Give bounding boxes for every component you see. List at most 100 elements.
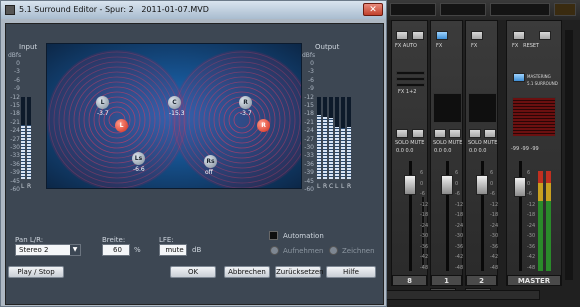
- master-reset-button[interactable]: [539, 31, 551, 40]
- mute-button[interactable]: [484, 129, 496, 138]
- level-meter-l: [341, 97, 345, 179]
- mute-button[interactable]: [449, 129, 461, 138]
- volume-fader[interactable]: [476, 175, 488, 195]
- fader-scale-tick: -12: [420, 201, 429, 208]
- scale-tick: -24: [10, 127, 20, 135]
- record-radio[interactable]: [270, 246, 279, 255]
- fader-scale-tick: 0: [527, 180, 531, 187]
- fader-scale-tick: 0: [420, 180, 424, 187]
- speaker-c[interactable]: C: [168, 96, 181, 109]
- volume-fader[interactable]: [441, 175, 453, 195]
- channel-label: R: [27, 183, 32, 190]
- strip-values: 0.0 0.0: [396, 148, 414, 154]
- send-slot[interactable]: [396, 77, 425, 81]
- surround-pan-field[interactable]: L -3.7 L C -15.3 Ls -6.6 Rs off R -3.7 R: [46, 43, 302, 189]
- solo-button[interactable]: [469, 129, 481, 138]
- speaker-r[interactable]: R: [239, 96, 252, 109]
- master-fader[interactable]: [514, 177, 526, 197]
- fader-scale-tick: -12: [455, 201, 464, 208]
- fx-button[interactable]: [471, 31, 483, 40]
- lfe-input[interactable]: mute: [159, 244, 187, 256]
- fader-scale-tick: -6: [455, 191, 460, 197]
- width-input[interactable]: 60: [102, 244, 130, 256]
- speaker-ls[interactable]: Ls: [132, 152, 145, 165]
- solo-button[interactable]: [396, 129, 408, 138]
- scale-tick: -24: [304, 127, 314, 135]
- fader-scale-tick: -36: [490, 243, 499, 250]
- reset-button[interactable]: Zurücksetzen: [275, 266, 324, 278]
- solo-mute-label: SOLO MUTE: [433, 140, 463, 146]
- scale-tick: -45: [304, 177, 314, 185]
- scale-tick: -18: [304, 110, 314, 118]
- toolbar-field[interactable]: [440, 3, 486, 16]
- fader-scale-tick: -24: [455, 222, 464, 229]
- speaker-level: -6.6: [133, 166, 145, 173]
- toolbar-field[interactable]: [490, 3, 550, 16]
- help-button[interactable]: Hilfe: [326, 266, 376, 278]
- fader-scale-tick: -24: [527, 222, 536, 229]
- speaker-l-source[interactable]: L: [115, 119, 128, 132]
- automation-label: Automation: [283, 232, 324, 240]
- speaker-level: -3.7: [97, 110, 109, 117]
- channel-label: L: [317, 183, 321, 190]
- channel-label: L: [335, 183, 339, 190]
- close-button[interactable]: ✕: [363, 3, 383, 16]
- pan-label: Pan L/R:: [15, 236, 44, 244]
- auto-button[interactable]: [412, 31, 424, 40]
- scale-tick: -36: [304, 160, 314, 168]
- fader-scale-tick: -30: [420, 233, 429, 239]
- volume-fader[interactable]: [404, 175, 416, 195]
- fader-scale-tick: -18: [420, 212, 429, 218]
- channel-label: R: [323, 183, 328, 190]
- ok-button[interactable]: OK: [170, 266, 216, 278]
- scale-tick: -36: [10, 160, 20, 168]
- meter-fill: [335, 126, 339, 179]
- toolbar-field[interactable]: [390, 3, 436, 16]
- speaker-rs[interactable]: Rs: [204, 155, 217, 168]
- speaker-r-source[interactable]: R: [257, 119, 270, 132]
- level-meter-l: [317, 97, 321, 179]
- scale-tick: -39: [10, 169, 20, 177]
- mixer-scrollbar[interactable]: [565, 30, 573, 280]
- draw-radio[interactable]: [329, 246, 338, 255]
- strip-name: 2: [466, 275, 497, 286]
- scale-tick: 0: [310, 60, 314, 67]
- fader-scale-tick: 0: [455, 180, 459, 187]
- scale-tick: -3: [14, 68, 20, 76]
- speaker-l[interactable]: L: [96, 96, 109, 109]
- toolbar-button[interactable]: [554, 3, 576, 16]
- send-slot[interactable]: [396, 83, 425, 87]
- master-fx-button[interactable]: [513, 31, 525, 40]
- fx-button[interactable]: [436, 31, 448, 40]
- title-bar[interactable]: 5.1 Surround Editor - Spur: 2 2011-01-07…: [1, 1, 386, 19]
- fader-scale-tick: -18: [490, 212, 499, 218]
- scale-tick: -60: [304, 186, 314, 193]
- scale-tick: -30: [10, 144, 20, 151]
- scale-tick: -12: [10, 93, 20, 101]
- fader-scale-tick: -42: [490, 254, 499, 260]
- scale-tick: -6: [14, 76, 20, 84]
- channel-label: C: [329, 183, 334, 190]
- send-slot[interactable]: [396, 71, 425, 75]
- fx-button[interactable]: [396, 31, 408, 40]
- pan-select[interactable]: Stereo 2 ▼: [15, 244, 81, 256]
- fader-scale-tick: -42: [455, 254, 464, 260]
- fader-scale-tick: -6: [420, 191, 425, 197]
- scale-tick: -15: [304, 102, 314, 109]
- surround-button[interactable]: [513, 73, 525, 82]
- cancel-button[interactable]: Abbrechen: [224, 266, 270, 278]
- strip-values: 0.0 0.0: [434, 148, 452, 154]
- level-meter-r: [323, 97, 327, 179]
- automation-checkbox[interactable]: [269, 231, 278, 240]
- scale-tick: -30: [304, 144, 314, 151]
- channel-label: R: [347, 183, 352, 190]
- scale-unit: dBfs: [8, 52, 22, 59]
- play-stop-button[interactable]: Play / Stop: [8, 266, 64, 278]
- channel-label: L: [21, 183, 25, 190]
- fader-scale-tick: -48: [490, 264, 499, 271]
- scale-tick: -33: [304, 152, 314, 160]
- mute-button[interactable]: [412, 129, 424, 138]
- scale-tick: -12: [304, 93, 314, 101]
- solo-button[interactable]: [434, 129, 446, 138]
- chevron-down-icon[interactable]: ▼: [70, 245, 80, 255]
